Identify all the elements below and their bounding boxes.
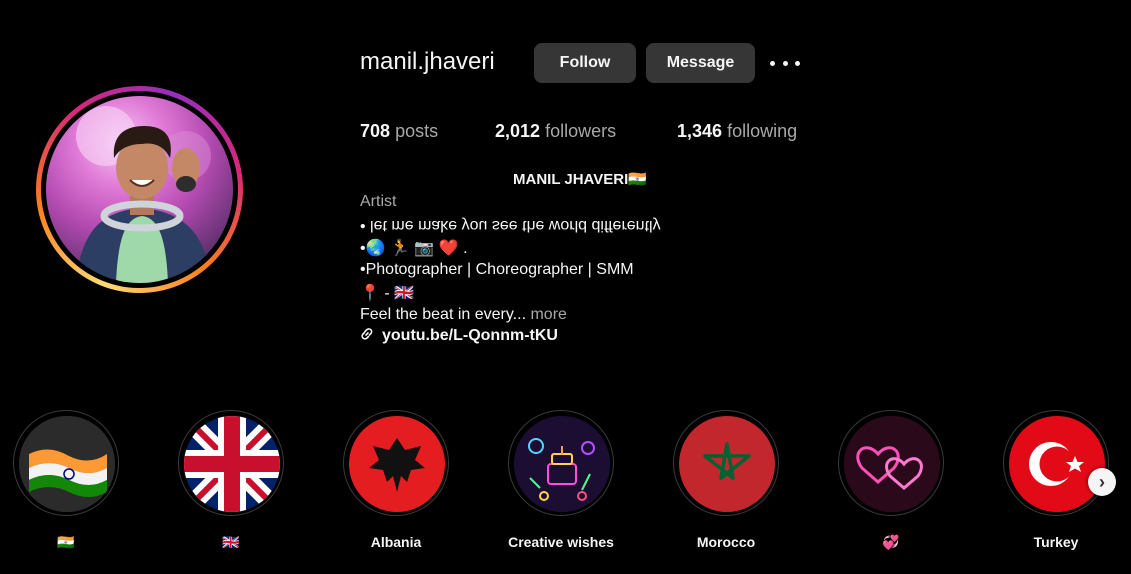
bio-line-tagline: Feel the beat in every... more	[360, 306, 567, 324]
following-link[interactable]: 1,346 following	[677, 121, 797, 142]
highlight-ring	[673, 410, 779, 516]
dot	[782, 60, 788, 66]
bio-more-link[interactable]: more	[530, 306, 566, 323]
turkey-flag-image	[1009, 416, 1105, 512]
highlight-label: 🇮🇳	[57, 534, 75, 550]
highlight-morocco[interactable]: Morocco	[672, 410, 780, 550]
profile-external-link[interactable]: youtu.be/L-Qonnm-tKU	[360, 327, 558, 345]
highlight-albania[interactable]: Albania	[342, 410, 450, 550]
highlight-label: Morocco	[696, 534, 756, 550]
highlight-label: Turkey	[1033, 534, 1079, 550]
profile-link-text: youtu.be/L-Qonnm-tKU	[382, 327, 558, 344]
albania-flag-image	[349, 416, 445, 512]
neon-hearts-image	[844, 416, 940, 512]
followers-label: followers	[545, 121, 617, 141]
highlight-label: Creative wishes	[508, 534, 614, 550]
bio-tagline-text: Feel the beat in every...	[360, 306, 527, 323]
followers-link[interactable]: 2,012 followers	[495, 121, 616, 142]
posts-count: 708 posts	[360, 121, 438, 142]
dot	[795, 60, 800, 66]
highlight-creative-wishes[interactable]: Creative wishes	[507, 410, 615, 550]
profile-category: Artist	[360, 193, 397, 210]
highlight-ring	[13, 410, 119, 516]
uk-flag-image	[184, 416, 280, 512]
highlight-hearts[interactable]: 💞	[837, 410, 945, 551]
message-button[interactable]: Message	[646, 43, 755, 83]
profile-avatar-ring[interactable]	[36, 86, 243, 293]
highlight-label: 🇬🇧	[222, 534, 240, 550]
dot	[770, 60, 775, 66]
following-number: 1,346	[677, 121, 723, 141]
highlight-gb[interactable]: 🇬🇧	[177, 410, 285, 551]
bio-line-emojis: •🌏 🏃 📷 ❤️ .	[360, 240, 468, 257]
creative-wishes-image	[514, 416, 610, 512]
highlight-label: Albania	[370, 534, 422, 550]
bio-flipped-text: • let me make you see the world differen…	[360, 217, 661, 234]
bio-line-flipped: • let me make you see the world differen…	[360, 216, 661, 234]
profile-display-name: MANIL JHAVERI🇮🇳	[513, 171, 647, 188]
bio-line-location: 📍 - 🇬🇧	[360, 285, 415, 302]
india-flag-image	[19, 416, 115, 512]
highlight-ring	[178, 410, 284, 516]
highlight-ring	[838, 410, 944, 516]
highlight-ring	[343, 410, 449, 516]
posts-number: 708	[360, 121, 391, 141]
bio-line-roles: •Photographer | Choreographer | SMM	[360, 261, 634, 278]
more-options-icon[interactable]	[770, 51, 800, 75]
chevron-right-icon[interactable]: ›	[1088, 468, 1116, 496]
highlight-ring	[508, 410, 614, 516]
followers-number: 2,012	[495, 121, 541, 141]
highlight-label: 💞	[882, 534, 900, 550]
posts-label: posts	[395, 121, 439, 141]
highlight-ring	[1003, 410, 1109, 516]
profile-avatar[interactable]	[46, 96, 233, 283]
morocco-flag-image	[679, 416, 775, 512]
highlight-india[interactable]: 🇮🇳	[12, 410, 120, 551]
following-label: following	[727, 121, 798, 141]
avatar-photo	[76, 106, 211, 283]
profile-username: manil.jhaveri	[360, 48, 495, 75]
link-icon	[360, 327, 374, 345]
follow-button[interactable]: Follow	[534, 43, 636, 83]
